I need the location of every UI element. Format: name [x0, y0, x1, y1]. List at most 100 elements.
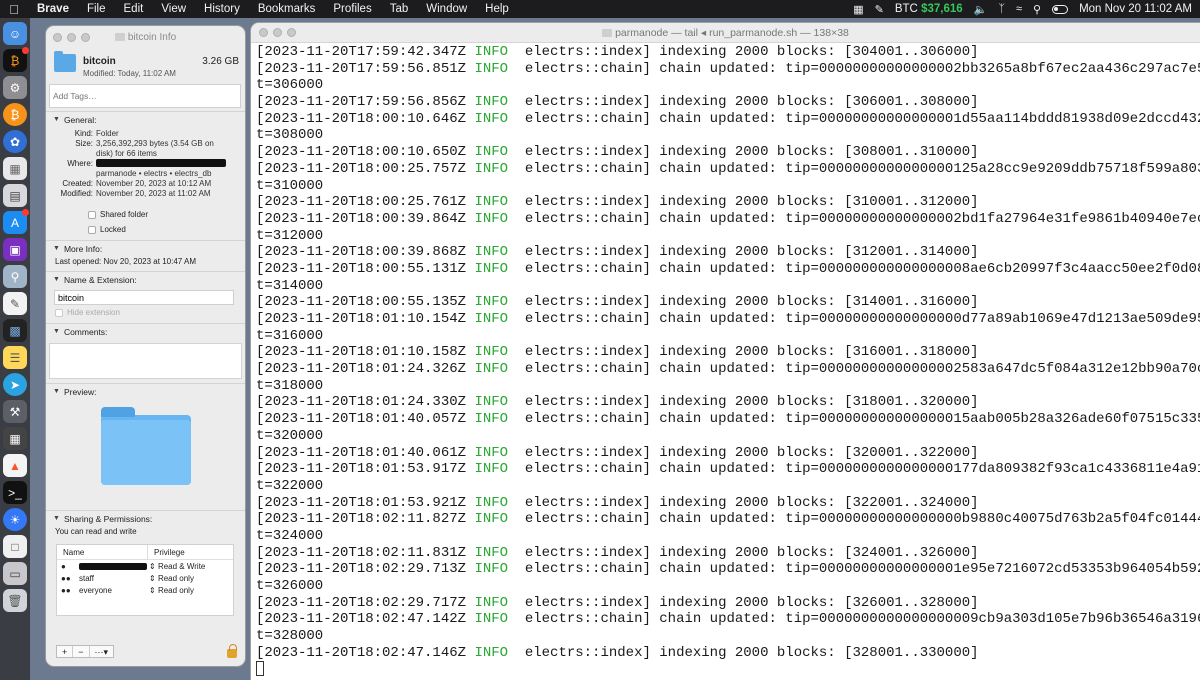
permission-privilege[interactable]: ⇕ Read only — [147, 586, 194, 595]
disclosure-down-icon[interactable]: ▼ — [53, 328, 60, 335]
remove-permission-button[interactable]: − — [73, 646, 90, 657]
action-menu-button[interactable]: ⋯▾ — [90, 646, 114, 657]
shared-folder-label: Shared folder — [100, 210, 149, 219]
bluetooth-icon[interactable]: ᛉ — [998, 3, 1005, 15]
log-message: electrs::chain] chain updated: tip=00000… — [508, 60, 1200, 77]
app-store-icon[interactable]: A — [3, 209, 29, 234]
permission-privilege[interactable]: ⇕ Read & Write — [147, 562, 205, 571]
brave-browser-icon[interactable]: ▲ — [3, 454, 27, 477]
tools-icon[interactable]: ⚒ — [3, 400, 27, 423]
edit-icon[interactable]: ✎ — [875, 3, 884, 16]
wifi-icon[interactable]: ≈ — [1016, 3, 1022, 15]
lock-icon[interactable] — [227, 644, 237, 658]
disk-icon[interactable]: ▤ — [3, 184, 27, 207]
name-ext-section-header[interactable]: ▼ Name & Extension: — [46, 271, 245, 287]
disclosure-down-icon[interactable]: ▼ — [53, 245, 60, 252]
comments-textarea[interactable] — [49, 343, 242, 379]
locked-row[interactable]: Locked — [46, 222, 245, 237]
textedit-icon[interactable]: ✎ — [3, 292, 27, 315]
permission-privilege[interactable]: ⇕ Read only — [147, 574, 194, 583]
magnifier-icon[interactable]: ⚲ — [3, 265, 27, 288]
app-icon[interactable]: ▣ — [3, 238, 27, 261]
table-row[interactable]: ● ⇕ Read & Write — [57, 560, 233, 572]
folder-icon — [114, 32, 125, 41]
grid-icon[interactable]: ▦ — [853, 3, 863, 16]
locked-checkbox[interactable] — [88, 225, 96, 234]
control-center-icon[interactable] — [1052, 4, 1069, 14]
terminal-icon[interactable]: >_ — [3, 481, 27, 504]
notes-icon[interactable]: ☰ — [3, 346, 27, 369]
hide-extension-checkbox[interactable] — [55, 308, 63, 317]
log-level: INFO — [474, 60, 509, 77]
log-text: t=308000 — [256, 127, 324, 144]
trash-icon[interactable]: 🗑 — [3, 589, 27, 612]
menu-help[interactable]: Help — [476, 3, 518, 15]
general-section-title: General: — [63, 114, 97, 125]
more-info-section-header[interactable]: ▼ More Info: — [46, 240, 245, 256]
terminal-line: [2023-11-20T18:00:39.868Z INFO electrs::… — [256, 244, 1200, 261]
name-input[interactable] — [54, 290, 234, 305]
shared-folder-checkbox[interactable] — [88, 210, 96, 219]
menu-window[interactable]: Window — [417, 3, 476, 15]
sharing-section-header[interactable]: ▼ Sharing & Permissions: — [46, 510, 245, 526]
telegram-icon[interactable]: ➤ — [3, 373, 27, 396]
photo-icon[interactable]: ☀ — [3, 508, 27, 531]
log-message: electrs::chain] chain updated: tip=00000… — [508, 561, 1200, 578]
finder-icon[interactable]: ☺ — [3, 22, 27, 45]
launchpad-icon[interactable]: ▦ — [3, 157, 27, 180]
document-icon[interactable]: □ — [3, 535, 27, 558]
created-label: Created: — [62, 179, 93, 188]
apple-menu-icon[interactable]:  — [0, 2, 28, 17]
log-text: [2023-11-20T18:01:24.326Z — [256, 361, 475, 378]
activity-icon[interactable]: ▩ — [3, 319, 27, 342]
btc-ticker[interactable]: BTC $37,616 — [895, 3, 963, 15]
bitcoin-icon[interactable]: ₿ — [3, 103, 27, 126]
log-text: [2023-11-20T18:01:53.917Z — [256, 461, 475, 478]
menu-bookmarks[interactable]: Bookmarks — [249, 3, 325, 15]
redacted-path — [96, 159, 226, 167]
calculator-icon[interactable]: ▦ — [3, 427, 27, 450]
preview-section-header[interactable]: ▼ Preview: — [46, 383, 245, 399]
brave-icon[interactable]: ✿ — [3, 130, 27, 153]
log-message: electrs::chain] chain updated: tip=00000… — [508, 361, 1200, 378]
terminal-output[interactable]: [2023-11-20T17:59:42.347Z INFO electrs::… — [251, 43, 1200, 678]
menu-history[interactable]: History — [195, 3, 249, 15]
clock[interactable]: Mon Nov 20 11:02 AM — [1079, 3, 1192, 15]
disclosure-down-icon[interactable]: ▼ — [53, 388, 60, 395]
log-text: [2023-11-20T18:00:10.650Z — [256, 144, 475, 161]
terminal-line: t=306000 — [256, 77, 1200, 94]
settings-icon[interactable]: ⚙ — [3, 76, 27, 99]
terminal-prompt-line[interactable] — [256, 661, 1200, 678]
log-level: INFO — [474, 611, 509, 628]
menu-view[interactable]: View — [152, 3, 195, 15]
spotlight-search-icon[interactable]: ⚲ — [1033, 3, 1041, 16]
hide-extension-row[interactable]: Hide extension — [46, 305, 245, 320]
table-row[interactable]: ●● everyone ⇕ Read only — [57, 584, 233, 596]
disclosure-down-icon[interactable]: ▼ — [53, 515, 60, 522]
log-text: t=318000 — [256, 377, 324, 394]
terminal-line: [2023-11-20T18:02:47.142Z INFO electrs::… — [256, 611, 1200, 628]
comments-section-header[interactable]: ▼ Comments: — [46, 323, 245, 339]
general-section-header[interactable]: ▼ General: — [46, 111, 245, 127]
disclosure-down-icon[interactable]: ▼ — [53, 276, 60, 283]
permission-user: ● — [57, 562, 147, 571]
kind-label: Kind: — [74, 129, 93, 138]
menu-file[interactable]: File — [78, 3, 115, 15]
tags-input[interactable] — [49, 84, 241, 108]
bitcoin-app-icon[interactable]: ₿ — [3, 47, 29, 72]
menu-edit[interactable]: Edit — [115, 3, 153, 15]
storage-icon[interactable]: ▭ — [3, 562, 27, 585]
menu-tab[interactable]: Tab — [381, 3, 418, 15]
btc-price: $37,616 — [921, 3, 963, 15]
log-message: electrs::chain] chain updated: tip=00000… — [508, 611, 1200, 628]
table-row[interactable]: ●● staff ⇕ Read only — [57, 572, 233, 584]
add-permission-button[interactable]: + — [57, 646, 74, 657]
menu-profiles[interactable]: Profiles — [324, 3, 380, 15]
shared-folder-row[interactable]: Shared folder — [46, 207, 245, 222]
volume-icon[interactable]: 🔈 — [974, 3, 988, 16]
terminal-line: t=320000 — [256, 428, 1200, 445]
menu-app-name[interactable]: Brave — [28, 3, 78, 15]
disclosure-down-icon[interactable]: ▼ — [53, 116, 60, 123]
col-privilege[interactable]: Privilege — [147, 544, 185, 560]
col-name[interactable]: Name — [57, 548, 147, 557]
